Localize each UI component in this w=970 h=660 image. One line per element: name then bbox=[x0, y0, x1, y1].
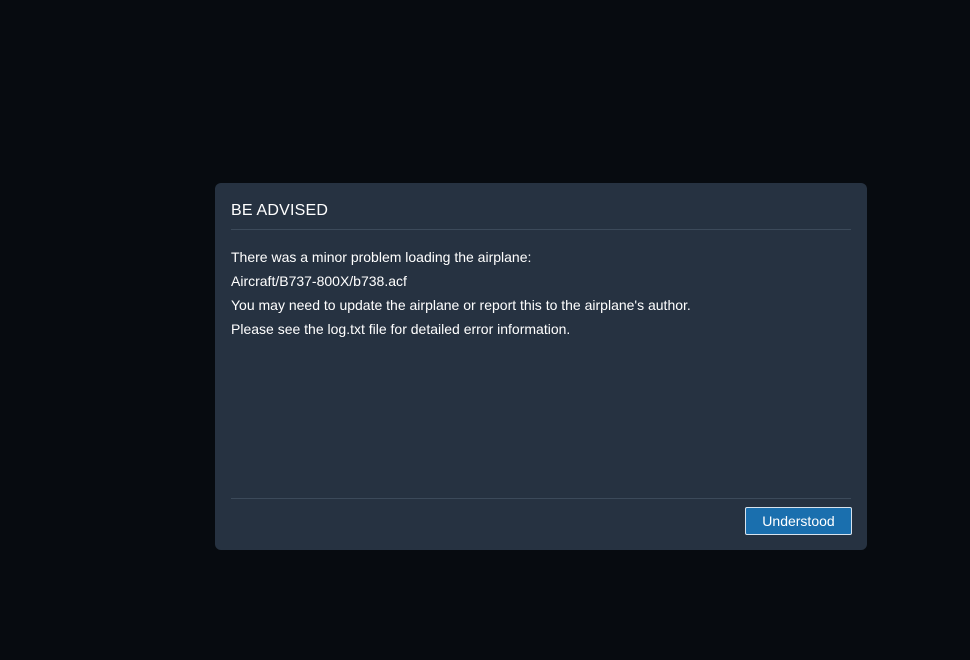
message-line-problem: There was a minor problem loading the ai… bbox=[231, 249, 532, 265]
advisory-dialog: BE ADVISED There was a minor problem loa… bbox=[215, 183, 867, 550]
message-line-aircraft-path: Aircraft/B737-800X/b738.acf bbox=[231, 273, 407, 289]
screen-background: BE ADVISED There was a minor problem loa… bbox=[0, 0, 970, 660]
message-line-update-advice: You may need to update the airplane or r… bbox=[231, 297, 691, 313]
understood-button[interactable]: Understood bbox=[745, 507, 852, 535]
footer-divider bbox=[231, 498, 851, 499]
dialog-title: BE ADVISED bbox=[231, 202, 329, 219]
dialog-message: There was a minor problem loading the ai… bbox=[231, 245, 851, 341]
message-line-log-info: Please see the log.txt file for detailed… bbox=[231, 321, 571, 337]
title-divider bbox=[231, 229, 851, 230]
